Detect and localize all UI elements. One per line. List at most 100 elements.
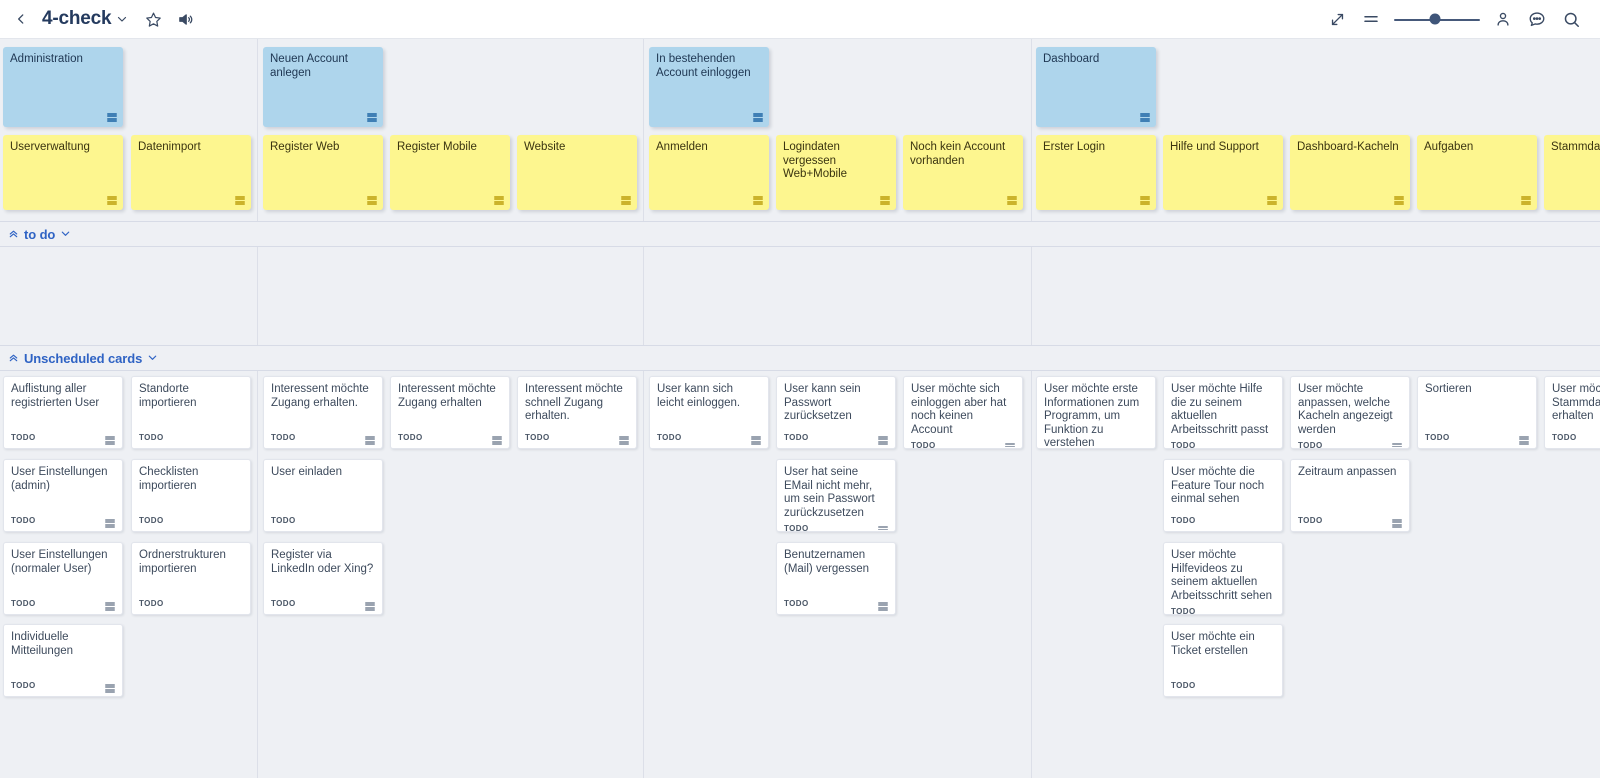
hamburger-icon[interactable] <box>621 196 631 205</box>
story-card-title: Interessent möchte Zugang erhalten <box>398 383 496 409</box>
hamburger-icon[interactable] <box>105 436 115 445</box>
story-card[interactable]: User möchte die Feature Tour noch einmal… <box>1163 459 1283 532</box>
status-badge: TODO <box>11 433 36 443</box>
story-card[interactable]: User einladen TODO <box>263 459 383 532</box>
chevron-down-icon[interactable] <box>60 227 71 242</box>
hamburger-icon[interactable] <box>105 684 115 693</box>
chevron-down-icon[interactable] <box>147 351 158 366</box>
story-card[interactable]: User kann sein Passwort zurücksetzen TODO <box>776 376 896 449</box>
hamburger-icon[interactable] <box>1394 196 1404 205</box>
feature-card[interactable]: Dashboard-Kacheln <box>1290 135 1410 210</box>
story-card[interactable]: Interessent möchte schnell Zugang erhalt… <box>517 376 637 449</box>
hamburger-icon[interactable] <box>753 113 763 122</box>
hamburger-icon[interactable] <box>365 602 375 611</box>
hamburger-icon[interactable] <box>107 113 117 122</box>
story-card[interactable]: User Einstellungen (normaler User) TODO <box>3 542 123 615</box>
hamburger-icon[interactable] <box>880 196 890 205</box>
status-badge: TODO <box>11 516 36 526</box>
person-icon[interactable] <box>1488 4 1518 34</box>
feature-card-title: Stammdaten <box>1551 141 1600 153</box>
list-lines-icon[interactable] <box>1356 4 1386 34</box>
feature-card[interactable]: Datenimport <box>131 135 251 210</box>
epic-card[interactable]: Dashboard <box>1036 47 1156 127</box>
hamburger-icon[interactable] <box>1392 519 1402 528</box>
expand-arrows-icon[interactable] <box>1322 4 1352 34</box>
epic-card[interactable]: Neuen Account anlegen <box>263 47 383 127</box>
story-card-title: User kann sich leicht einloggen. <box>657 383 741 409</box>
hamburger-icon[interactable] <box>235 196 245 205</box>
hamburger-icon[interactable] <box>1519 436 1529 445</box>
story-card[interactable]: User hat seine EMail nicht mehr, um sein… <box>776 459 896 532</box>
hamburger-icon[interactable] <box>1007 196 1017 205</box>
zoom-slider[interactable] <box>1394 4 1480 34</box>
lane-toggle-unscheduled[interactable]: Unscheduled cards <box>8 351 158 366</box>
lane-epics-features: Administration Neuen Account anlegen In be… <box>0 39 1600 221</box>
hamburger-icon[interactable] <box>367 113 377 122</box>
feature-card[interactable]: Stammdaten <box>1544 135 1600 210</box>
feature-card[interactable]: Userverwaltung <box>3 135 123 210</box>
zoom-slider-handle[interactable] <box>1429 13 1441 25</box>
feature-card[interactable]: Aufgaben <box>1417 135 1537 210</box>
feature-card[interactable]: Hilfe und Support <box>1163 135 1283 210</box>
lane-header-unscheduled[interactable]: Unscheduled cards <box>0 345 1600 371</box>
epic-card[interactable]: Administration <box>3 47 123 127</box>
story-card[interactable]: User kann sich leicht einloggen. TODO <box>649 376 769 449</box>
story-card[interactable]: User möchte Hilfevideos zu seinem aktuel… <box>1163 542 1283 615</box>
story-card[interactable]: Register via LinkedIn oder Xing? TODO <box>263 542 383 615</box>
hamburger-icon[interactable] <box>878 602 888 611</box>
board-title-dropdown[interactable] <box>116 13 128 25</box>
hamburger-icon[interactable] <box>1140 196 1150 205</box>
story-card[interactable]: User möchte erste Informationen zum Prog… <box>1036 376 1156 449</box>
story-card[interactable]: User Einstellungen (admin) TODO <box>3 459 123 532</box>
back-button[interactable] <box>6 4 36 34</box>
story-card[interactable]: Ordnerstrukturen importieren TODO <box>131 542 251 615</box>
lane-toggle-todo[interactable]: to do <box>8 227 71 242</box>
hamburger-icon[interactable] <box>105 602 115 611</box>
feature-card[interactable]: Anmelden <box>649 135 769 210</box>
hamburger-icon[interactable] <box>105 519 115 528</box>
story-card[interactable]: Sortieren TODO <box>1417 376 1537 449</box>
story-card[interactable]: Checklisten importieren TODO <box>131 459 251 532</box>
hamburger-icon[interactable] <box>878 436 888 445</box>
lane-header-todo[interactable]: to do <box>0 221 1600 247</box>
hamburger-icon[interactable] <box>1140 113 1150 122</box>
story-card[interactable]: User möchte Hilfe die zu seinem aktuelle… <box>1163 376 1283 449</box>
feature-card[interactable]: Register Web <box>263 135 383 210</box>
story-card[interactable]: User möchte sich einloggen aber hat noch… <box>903 376 1023 449</box>
hamburger-icon[interactable] <box>1005 443 1015 448</box>
story-card[interactable]: Interessent möchte Zugang erhalten. TODO <box>263 376 383 449</box>
feature-card[interactable]: Website <box>517 135 637 210</box>
hamburger-icon[interactable] <box>878 526 888 531</box>
story-card-title: User einladen <box>271 466 342 478</box>
speaker-icon[interactable] <box>170 4 200 34</box>
hamburger-icon[interactable] <box>1392 443 1402 448</box>
epic-card[interactable]: In bestehenden Account einloggen <box>649 47 769 127</box>
hamburger-icon[interactable] <box>367 196 377 205</box>
story-card[interactable]: Standorte importieren TODO <box>131 376 251 449</box>
hamburger-icon[interactable] <box>492 436 502 445</box>
search-icon[interactable] <box>1556 4 1586 34</box>
feature-card[interactable]: Logindaten vergessen Web+Mobile <box>776 135 896 210</box>
hamburger-icon[interactable] <box>365 436 375 445</box>
hamburger-icon[interactable] <box>1521 196 1531 205</box>
hamburger-icon[interactable] <box>753 196 763 205</box>
hamburger-icon[interactable] <box>1267 196 1277 205</box>
star-icon[interactable] <box>138 4 168 34</box>
feature-card[interactable]: Register Mobile <box>390 135 510 210</box>
feature-card-title: Erster Login <box>1043 141 1106 153</box>
story-card[interactable]: User möchte Stammdaten erhalten TODO <box>1544 376 1600 449</box>
hamburger-icon[interactable] <box>107 196 117 205</box>
chat-bubble-icon[interactable] <box>1522 4 1552 34</box>
story-card[interactable]: Auflistung aller registrierten User TODO <box>3 376 123 449</box>
story-card[interactable]: Individuelle Mitteilungen TODO <box>3 624 123 697</box>
story-card[interactable]: Benutzernamen (Mail) vergessen TODO <box>776 542 896 615</box>
story-card[interactable]: User möchte anpassen, welche Kacheln ang… <box>1290 376 1410 449</box>
hamburger-icon[interactable] <box>494 196 504 205</box>
hamburger-icon[interactable] <box>619 436 629 445</box>
hamburger-icon[interactable] <box>751 436 761 445</box>
story-card[interactable]: Interessent möchte Zugang erhalten TODO <box>390 376 510 449</box>
feature-card[interactable]: Noch kein Account vorhanden <box>903 135 1023 210</box>
feature-card[interactable]: Erster Login <box>1036 135 1156 210</box>
story-card[interactable]: User möchte ein Ticket erstellen TODO <box>1163 624 1283 697</box>
story-card[interactable]: Zeitraum anpassen TODO <box>1290 459 1410 532</box>
